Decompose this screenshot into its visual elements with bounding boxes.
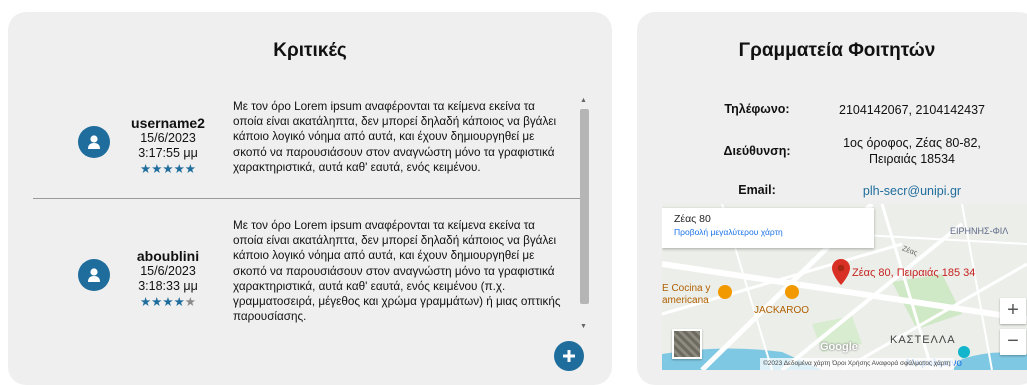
review-user-info: aboublini 15/6/2023 3:18:33 μμ ★★★★★ (113, 248, 223, 309)
review-date: 15/6/2023 (140, 264, 196, 278)
map-label: ΚΑΣΤΕΛΛΑ (890, 334, 956, 346)
scroll-down-arrow-icon[interactable]: ▼ (580, 323, 587, 330)
review-item: aboublini 15/6/2023 3:18:33 μμ ★★★★★ Με … (33, 204, 573, 354)
reviews-panel: Κριτικές username2 15/6/2023 3:17:55 μμ … (8, 12, 612, 385)
review-text: Με τον όρο Lorem ipsum αναφέρονται τα κε… (233, 100, 557, 174)
review-divider (33, 198, 581, 199)
review-user-info: username2 15/6/2023 3:17:55 μμ ★★★★★ (113, 115, 223, 176)
map-place-card: Ζέας 80 Προβολή μεγαλύτερου χάρτη (662, 208, 874, 248)
map-attribution[interactable]: ©2023 Δεδομένα χάρτη Όροι Χρήσης Αναφορά… (760, 358, 954, 370)
secretariat-title: Γραμματεία Φοιτητών (738, 40, 936, 61)
google-logo: Google (820, 341, 858, 353)
embedded-map[interactable]: Ζέας 80 Προβολή μεγαλύτερου χάρτη Ζέας 8… (662, 204, 1027, 370)
reviews-scrollbar[interactable]: ▲ ▼ (577, 97, 591, 337)
review-time: 3:17:55 μμ (138, 146, 198, 160)
review-rating-stars: ★★★★★ (139, 162, 197, 176)
scrollbar-thumb[interactable] (580, 109, 589, 304)
review-item: username2 15/6/2023 3:17:55 μμ ★★★★★ Με … (33, 88, 573, 198)
zoom-in-button[interactable]: + (1000, 298, 1026, 324)
map-place-title: Ζέας 80 (674, 213, 711, 225)
review-date: 15/6/2023 (140, 131, 196, 145)
review-time: 3:18:33 μμ (138, 279, 198, 293)
address-line: Πειραιάς 18534 (869, 152, 955, 166)
review-text: Με τον όρο Lorem ipsum αναφέρονται τα κε… (233, 219, 561, 324)
map-label: E Cocina y (662, 283, 711, 294)
address-value: 1ος όροφος, Ζέας 80-82, Πειραιάς 18534 (812, 135, 1012, 167)
map-label: americana (662, 295, 709, 306)
review-rating-stars: ★★★★★ (139, 295, 197, 309)
larger-map-link[interactable]: Προβολή μεγαλύτερου χάρτη (674, 226, 862, 238)
review-username: aboublini (136, 248, 200, 264)
email-link[interactable]: plh-secr@unipi.gr (812, 183, 1012, 199)
add-review-button[interactable] (554, 341, 584, 371)
phone-value: 2104142067, 2104142437 (839, 103, 985, 117)
zoom-out-button[interactable]: − (1000, 329, 1026, 355)
secretariat-panel: Γραμματεία Φοιτητών Τηλέφωνο: 2104142067… (637, 12, 1027, 385)
reviews-title: Κριτικές (273, 40, 347, 61)
user-avatar-icon (78, 259, 110, 291)
review-username: username2 (131, 115, 205, 131)
address-line: 1ος όροφος, Ζέας 80-82, (843, 136, 981, 150)
map-layer-toggle[interactable] (672, 329, 702, 359)
map-pin-label: Ζέας 80, Πειραιάς 185 34 (852, 267, 976, 279)
map-label: JACKAROO (754, 305, 810, 316)
user-avatar-icon (78, 126, 110, 158)
scroll-up-arrow-icon[interactable]: ▲ (580, 97, 587, 104)
map-label: ΕΙΡΗΝΗΣ-ΦΙΛ (950, 226, 1009, 236)
plus-icon (563, 350, 575, 362)
